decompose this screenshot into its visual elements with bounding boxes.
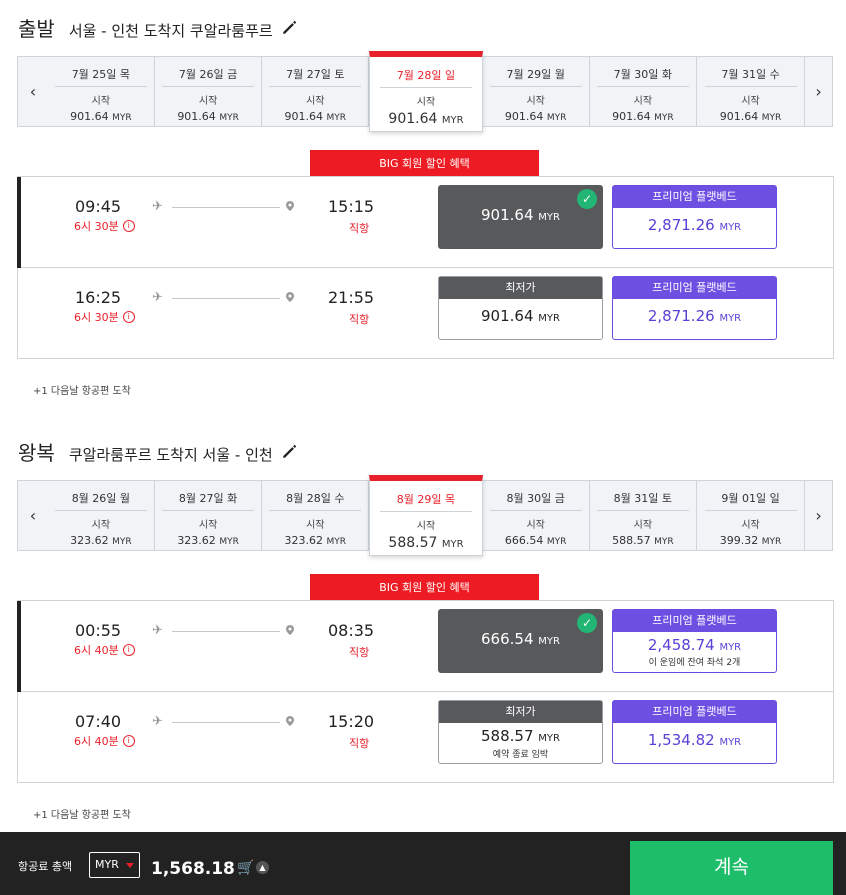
fare-option-lowest[interactable]: 최저가 901.64 MYR xyxy=(438,276,603,340)
outbound-date-strip: ‹ 7월 25일 목 시작 901.64 MYR 7월 26일 금 시작 901.64 … xyxy=(17,51,833,132)
total-fare-label: 항공료 총액 xyxy=(18,860,73,873)
premium-flatbed-option[interactable]: 프리미엄 플랫베드 2,458.74 MYR 이 운임에 잔여 좌석 2개 xyxy=(612,609,777,673)
location-pin-icon xyxy=(286,292,294,302)
edit-pencil-icon[interactable] xyxy=(281,442,299,460)
return-date-cell[interactable]: 9월 01일 일 시작 399.32 MYR xyxy=(697,481,804,550)
check-icon: ✓ xyxy=(577,189,597,209)
next-dates-chevron-right-icon[interactable]: › xyxy=(804,481,832,550)
outbound-header: 출발 서울 - 인천 도착지 쿠알라룸푸르 xyxy=(18,13,299,42)
caret-down-icon xyxy=(126,863,134,868)
return-date-cell-selected[interactable]: 8월 29일 목 시작 588.57 MYR xyxy=(369,475,483,556)
arrival-time: 15:20 xyxy=(328,712,375,731)
flight-row: 00:55 6시 40분 i ✈ 08:35 직항 666.54 MYR ✓ 프리… xyxy=(17,601,833,692)
return-header: 왕복 쿠알라룸푸르 도착지 서울 - 인천 xyxy=(18,437,299,466)
next-day-footnote: +1 다음날 항공편 도착 xyxy=(33,810,131,821)
flight-duration[interactable]: 6시 40분 i xyxy=(74,642,135,658)
info-icon: i xyxy=(122,220,135,232)
total-amount: 1,568.18 xyxy=(151,859,235,879)
outbound-flight-list: 09:45 6시 30분 i ✈ 15:15 직항 901.64 MYR ✓ 프리… xyxy=(17,176,834,359)
premium-flatbed-option[interactable]: 프리미엄 플랫베드 2,871.26 MYR xyxy=(612,185,777,249)
location-pin-icon xyxy=(286,625,294,635)
check-icon: ✓ xyxy=(577,613,597,633)
direct-label: 직항 xyxy=(349,646,370,659)
airplane-icon: ✈ xyxy=(152,199,163,214)
direct-label: 직항 xyxy=(349,313,370,326)
continue-button[interactable]: 계속 xyxy=(630,841,833,895)
flight-row: 09:45 6시 30분 i ✈ 15:15 직항 901.64 MYR ✓ 프리… xyxy=(17,177,833,268)
info-icon: i xyxy=(122,735,135,747)
outbound-date-cell[interactable]: 7월 31일 수 시작 901.64 MYR xyxy=(697,57,804,126)
outbound-date-cell[interactable]: 7월 30일 화 시작 901.64 MYR xyxy=(590,57,697,126)
big-member-promo-tab: BIG 회원 할인 혜택 xyxy=(310,150,539,177)
return-route: 쿠알라룸푸르 도착지 서울 - 인천 xyxy=(68,446,273,464)
next-dates-chevron-right-icon[interactable]: › xyxy=(804,57,832,126)
info-icon: i xyxy=(122,311,135,323)
checkout-bar: 항공료 총액 MYR 1,568.18 🛒 ▲ 계속 xyxy=(0,832,846,895)
departure-time: 00:55 xyxy=(75,621,122,640)
return-date-cell[interactable]: 8월 26일 월 시작 323.62 MYR xyxy=(48,481,155,550)
outbound-route: 서울 - 인천 도착지 쿠알라룸푸르 xyxy=(68,22,273,40)
return-label: 왕복 xyxy=(18,441,55,465)
fare-option-lowest[interactable]: 최저가 588.57 MYR 예약 종료 임박 xyxy=(438,700,603,764)
return-date-cell[interactable]: 8월 31일 토 시작 588.57 MYR xyxy=(590,481,697,550)
outbound-date-cell[interactable]: 7월 27일 토 시작 901.64 MYR xyxy=(262,57,370,126)
return-date-cell[interactable]: 8월 27일 화 시작 323.62 MYR xyxy=(155,481,263,550)
fare-option-selected[interactable]: 666.54 MYR ✓ xyxy=(438,609,603,673)
flight-duration[interactable]: 6시 30분 i xyxy=(74,218,135,234)
route-line xyxy=(172,631,280,632)
premium-flatbed-option[interactable]: 프리미엄 플랫베드 2,871.26 MYR xyxy=(612,276,777,340)
big-member-promo-tab: BIG 회원 할인 혜택 xyxy=(310,574,539,601)
direct-label: 직항 xyxy=(349,222,370,235)
arrival-time: 15:15 xyxy=(328,197,375,216)
outbound-date-cell[interactable]: 7월 26일 금 시작 901.64 MYR xyxy=(155,57,263,126)
airplane-icon: ✈ xyxy=(152,714,163,729)
return-date-cell[interactable]: 8월 30일 금 시작 666.54 MYR xyxy=(483,481,590,550)
premium-flatbed-option[interactable]: 프리미엄 플랫베드 1,534.82 MYR xyxy=(612,700,777,764)
outbound-label: 출발 xyxy=(18,17,55,41)
departure-time: 09:45 xyxy=(75,197,122,216)
arrival-time: 08:35 xyxy=(328,621,375,640)
route-line xyxy=(172,722,280,723)
edit-pencil-icon[interactable] xyxy=(281,18,299,36)
booking-closing-note: 예약 종료 임박 xyxy=(492,750,549,760)
chevron-up-icon[interactable]: ▲ xyxy=(256,861,269,874)
cart-icon[interactable]: 🛒 xyxy=(237,860,254,876)
flight-duration[interactable]: 6시 40분 i xyxy=(74,733,135,749)
fare-option-selected[interactable]: 901.64 MYR ✓ xyxy=(438,185,603,249)
departure-time: 07:40 xyxy=(75,712,122,731)
direct-label: 직항 xyxy=(349,737,370,750)
location-pin-icon xyxy=(286,716,294,726)
route-line xyxy=(172,298,280,299)
arrival-time: 21:55 xyxy=(328,288,375,307)
location-pin-icon xyxy=(286,201,294,211)
return-date-cell[interactable]: 8월 28일 수 시작 323.62 MYR xyxy=(262,481,370,550)
prev-dates-chevron-left-icon[interactable]: ‹ xyxy=(18,481,48,550)
flight-row: 16:25 6시 30분 i ✈ 21:55 직항 최저가 901.64 MYR … xyxy=(18,268,833,359)
airplane-icon: ✈ xyxy=(152,290,163,305)
flight-row: 07:40 6시 40분 i ✈ 15:20 직항 최저가 588.57 MYR … xyxy=(18,692,833,783)
flight-duration[interactable]: 6시 30분 i xyxy=(74,309,135,325)
outbound-date-cell-selected[interactable]: 7월 28일 일 시작 901.64 MYR xyxy=(369,51,483,132)
prev-dates-chevron-left-icon[interactable]: ‹ xyxy=(18,57,48,126)
currency-select[interactable]: MYR xyxy=(89,852,140,878)
return-date-strip: ‹ 8월 26일 월 시작 323.62 MYR 8월 27일 화 시작 323.62 … xyxy=(17,475,833,556)
outbound-date-cell[interactable]: 7월 25일 목 시작 901.64 MYR xyxy=(48,57,155,126)
seats-left-note: 이 운임에 잔여 좌석 2개 xyxy=(648,658,741,668)
info-icon: i xyxy=(122,644,135,656)
next-day-footnote: +1 다음날 항공편 도착 xyxy=(33,386,131,397)
route-line xyxy=(172,207,280,208)
return-flight-list: 00:55 6시 40분 i ✈ 08:35 직항 666.54 MYR ✓ 프리… xyxy=(17,600,834,783)
outbound-date-cell[interactable]: 7월 29일 월 시작 901.64 MYR xyxy=(483,57,590,126)
departure-time: 16:25 xyxy=(75,288,122,307)
airplane-icon: ✈ xyxy=(152,623,163,638)
